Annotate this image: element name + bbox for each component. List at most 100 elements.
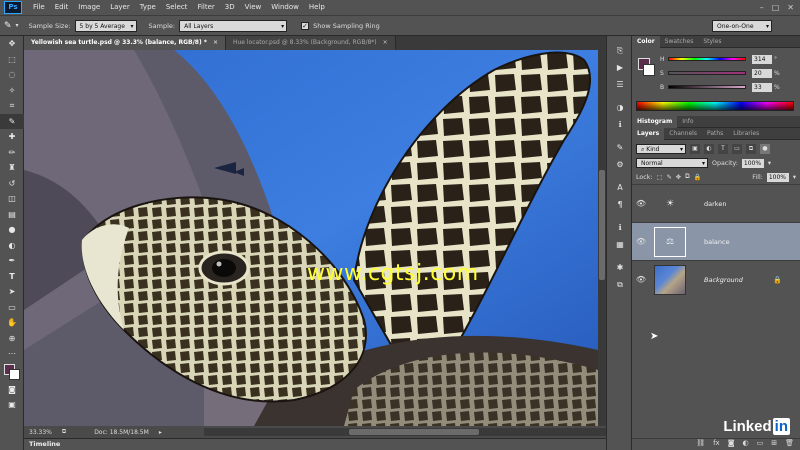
- brightness-slider[interactable]: [668, 85, 746, 89]
- properties-icon[interactable]: ☰: [607, 76, 633, 93]
- visibility-eye-icon[interactable]: 👁: [632, 237, 650, 246]
- close-tab-icon[interactable]: ×: [213, 39, 218, 46]
- filter-adjustment-icon[interactable]: ◐: [704, 144, 714, 154]
- filter-shape-icon[interactable]: ▭: [732, 144, 742, 154]
- menu-window[interactable]: Window: [266, 0, 304, 15]
- tab-info[interactable]: Info: [677, 116, 698, 128]
- saturation-value[interactable]: 20: [752, 68, 772, 78]
- tool-preset-dropdown-icon[interactable]: ▾: [16, 22, 19, 29]
- menu-select[interactable]: Select: [161, 0, 193, 15]
- scroll-thumb[interactable]: [349, 429, 479, 435]
- layer-name[interactable]: Background: [704, 276, 743, 284]
- adjustments-icon[interactable]: ◑: [607, 99, 633, 116]
- character-icon[interactable]: A: [607, 179, 633, 196]
- healing-brush-tool-icon[interactable]: ✚: [0, 129, 24, 145]
- opacity-dropdown-icon[interactable]: ▾: [768, 160, 771, 167]
- close-tab-icon[interactable]: ×: [383, 39, 388, 46]
- zoom-tool-icon[interactable]: ⊕: [0, 331, 24, 347]
- delete-layer-icon[interactable]: 🗑: [785, 439, 794, 450]
- tab-channels[interactable]: Channels: [664, 128, 702, 140]
- visibility-eye-icon[interactable]: 👁: [632, 275, 650, 284]
- tab-swatches[interactable]: Swatches: [660, 36, 699, 48]
- lock-pixels-icon[interactable]: ✎: [666, 174, 671, 181]
- type-tool-icon[interactable]: T: [0, 269, 24, 285]
- opacity-value[interactable]: 100%: [741, 158, 764, 168]
- screen-mode-icon[interactable]: ▣: [0, 397, 24, 413]
- fx-icon[interactable]: fx: [713, 439, 720, 450]
- lasso-tool-icon[interactable]: ◌: [0, 67, 24, 83]
- share-icon[interactable]: ⧉: [62, 428, 66, 436]
- tab-layers[interactable]: Layers: [632, 127, 665, 140]
- kind-filter-select[interactable]: ⌕ Kind: [636, 144, 686, 155]
- lock-all-icon[interactable]: 🔒: [694, 173, 702, 181]
- workspace-select[interactable]: One-on-One: [712, 20, 772, 33]
- layer-name[interactable]: darken: [704, 200, 726, 208]
- paragraph-icon[interactable]: ¶: [607, 196, 633, 213]
- eyedropper-icon[interactable]: ✎: [4, 21, 12, 31]
- tab-hue-locator[interactable]: Hue locator.psd @ 8.33% (Background, RGB…: [225, 36, 396, 50]
- new-adjustment-icon[interactable]: ◐: [743, 439, 749, 450]
- path-select-tool-icon[interactable]: ➤: [0, 284, 24, 300]
- history-brush-tool-icon[interactable]: ↺: [0, 176, 24, 192]
- layer-darken[interactable]: 👁 ☀ darken: [632, 184, 800, 222]
- tab-histogram[interactable]: Histogram: [632, 115, 678, 128]
- eraser-tool-icon[interactable]: ◫: [0, 191, 24, 207]
- menu-help[interactable]: Help: [304, 0, 330, 15]
- close-button[interactable]: ✕: [787, 3, 794, 12]
- link-layers-icon[interactable]: ⛓: [696, 439, 705, 450]
- tool-presets-icon[interactable]: ✱: [607, 259, 633, 276]
- move-tool-icon[interactable]: ✥: [0, 36, 24, 52]
- status-menu-icon[interactable]: ▸: [159, 429, 162, 436]
- tab-color[interactable]: Color: [632, 35, 660, 48]
- brightness-value[interactable]: 33: [752, 82, 772, 92]
- menu-3d[interactable]: 3D: [220, 0, 240, 15]
- pen-tool-icon[interactable]: ✒: [0, 253, 24, 269]
- layer-name[interactable]: balance: [704, 238, 730, 246]
- info-icon[interactable]: ℹ: [607, 116, 633, 133]
- brush-tool-icon[interactable]: ✏: [0, 145, 24, 161]
- hue-slider[interactable]: [668, 57, 746, 61]
- gradient-tool-icon[interactable]: ▤: [0, 207, 24, 223]
- play-actions-icon[interactable]: ▶: [607, 59, 633, 76]
- background-color-swatch[interactable]: [9, 368, 20, 380]
- layer-comps-icon[interactable]: ▦: [607, 236, 633, 253]
- vertical-scrollbar[interactable]: [598, 50, 606, 426]
- marquee-tool-icon[interactable]: ⬚: [0, 52, 24, 68]
- filter-smart-object-icon[interactable]: ⧉: [746, 144, 756, 154]
- sample-select[interactable]: All Layers: [179, 19, 288, 33]
- timeline-panel-tab[interactable]: Timeline: [24, 438, 606, 450]
- lock-transparent-icon[interactable]: ⬚: [656, 174, 662, 181]
- quick-select-tool-icon[interactable]: ✧: [0, 83, 24, 99]
- blend-mode-select[interactable]: Normal: [636, 158, 708, 169]
- fill-value[interactable]: 100%: [766, 172, 789, 182]
- dodge-tool-icon[interactable]: ◐: [0, 238, 24, 254]
- menu-file[interactable]: File: [28, 0, 50, 15]
- minimize-button[interactable]: –: [760, 3, 764, 12]
- background-color-swatch[interactable]: [643, 64, 655, 76]
- quick-mask-icon[interactable]: ◙: [0, 382, 24, 398]
- tab-paths[interactable]: Paths: [702, 128, 728, 140]
- new-group-icon[interactable]: ▭: [757, 439, 764, 450]
- lock-artboard-icon[interactable]: ⧉: [685, 173, 690, 181]
- sample-size-select[interactable]: 5 by 5 Average: [74, 19, 137, 33]
- layer-background[interactable]: 👁 Background 🔒: [632, 260, 800, 298]
- layer-balance[interactable]: 👁 ⚖ balance: [632, 222, 800, 260]
- hue-value[interactable]: 314: [752, 54, 772, 64]
- shape-tool-icon[interactable]: ▭: [0, 300, 24, 316]
- history-icon[interactable]: ⎘: [607, 42, 633, 59]
- more-tools-icon[interactable]: ⋯: [0, 346, 24, 362]
- tab-yellowish-sea-turtle[interactable]: Yellowish sea turtle.psd @ 33.3% (balanc…: [24, 36, 226, 50]
- libraries-icon[interactable]: ⧉: [607, 276, 633, 293]
- crop-tool-icon[interactable]: ⌗: [0, 98, 24, 114]
- menu-filter[interactable]: Filter: [192, 0, 219, 15]
- scroll-thumb[interactable]: [599, 170, 605, 280]
- menu-image[interactable]: Image: [73, 0, 105, 15]
- blur-tool-icon[interactable]: ●: [0, 222, 24, 238]
- add-mask-icon[interactable]: ◙: [728, 439, 735, 450]
- filter-type-icon[interactable]: T: [718, 144, 728, 154]
- color-spectrum[interactable]: [636, 101, 794, 111]
- clone-stamp-tool-icon[interactable]: ♜: [0, 160, 24, 176]
- clone-source-icon[interactable]: ⚙: [607, 156, 633, 173]
- zoom-level[interactable]: 33.33%: [29, 429, 52, 436]
- fill-dropdown-icon[interactable]: ▾: [793, 174, 796, 181]
